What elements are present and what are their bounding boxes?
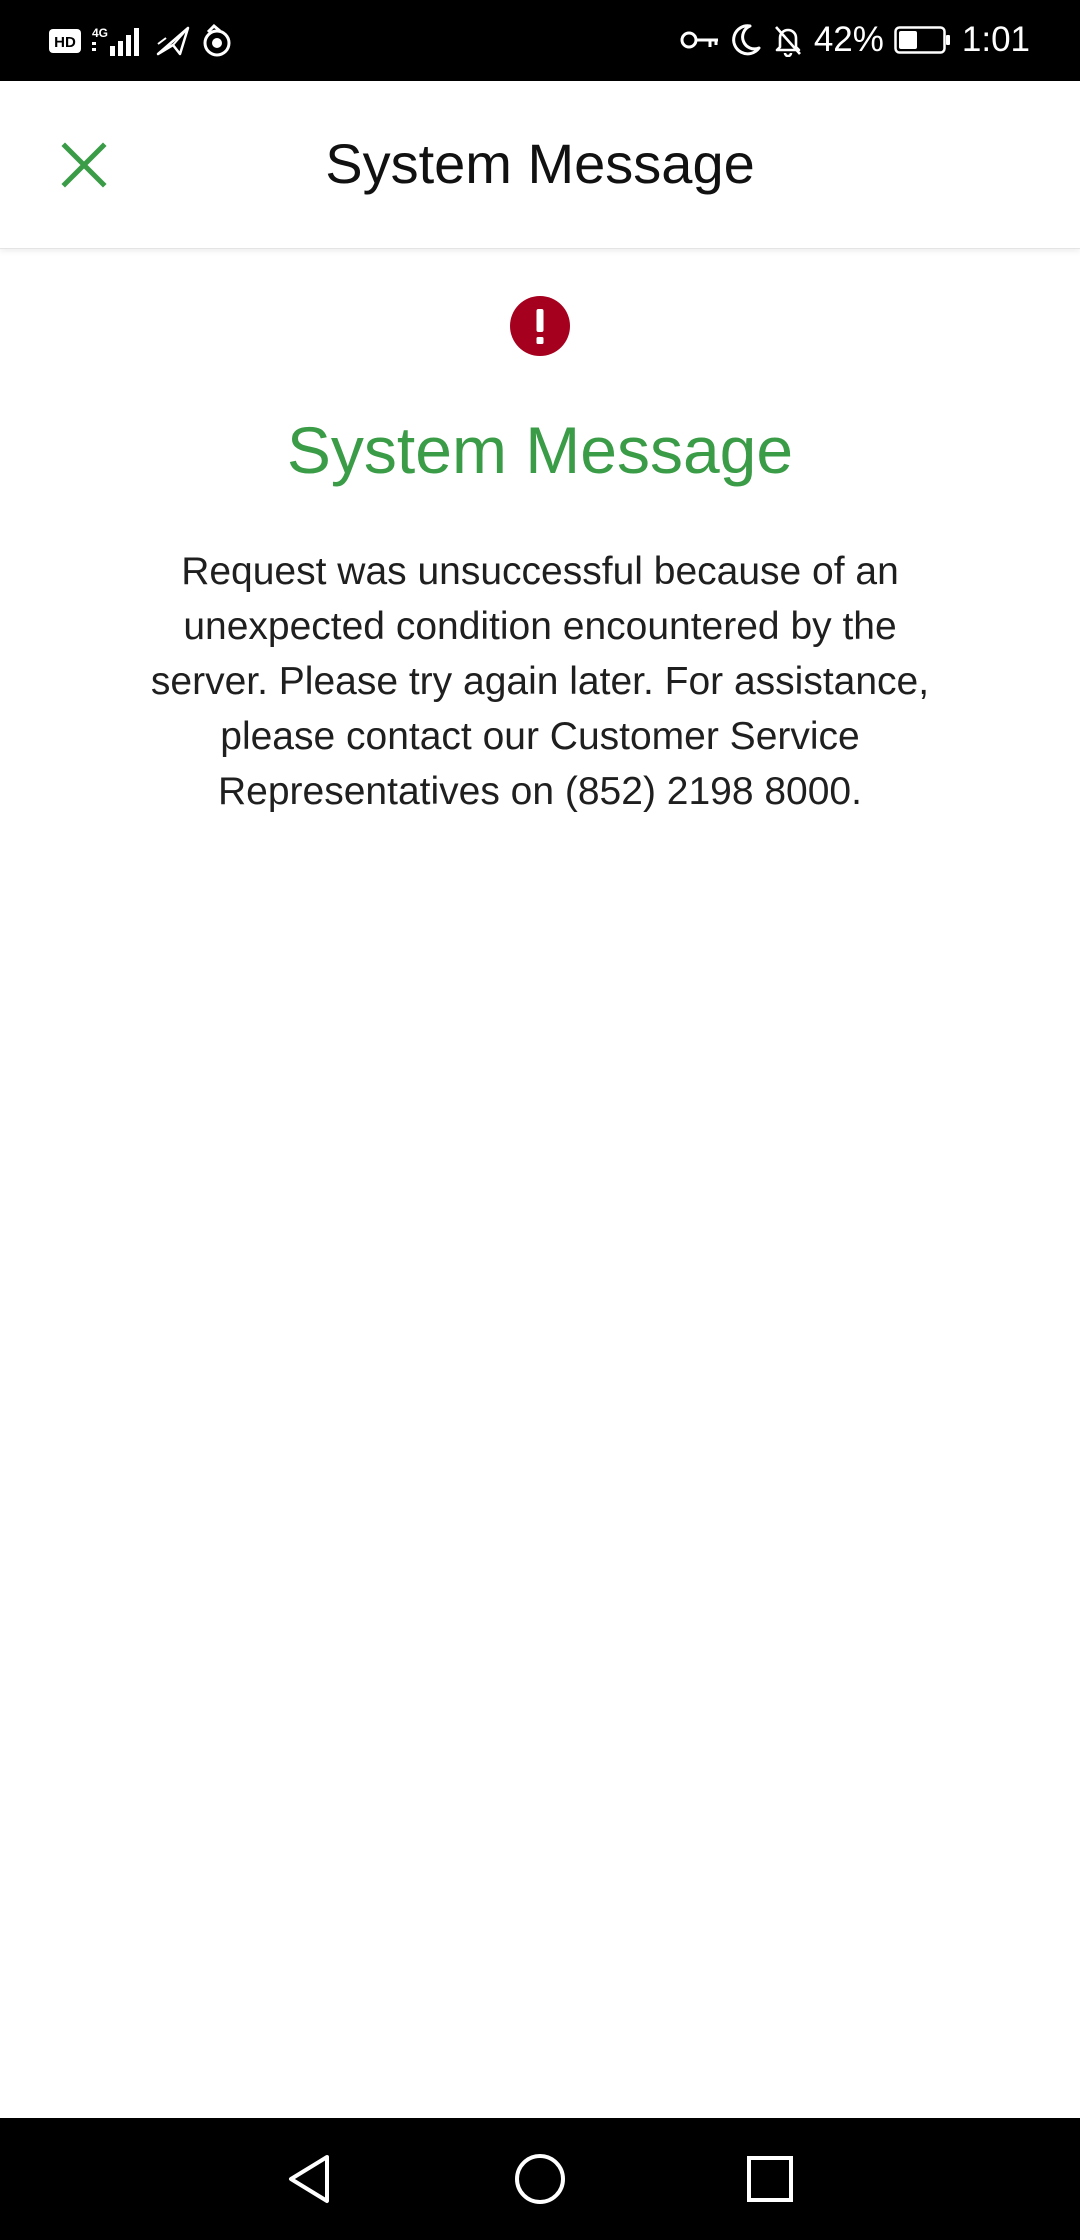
- 4g-signal-icon: 4G: [90, 24, 146, 58]
- message-body: Request was unsuccessful because of an u…: [150, 550, 930, 813]
- do-not-disturb-moon-icon: [730, 23, 762, 57]
- app-header: System Message: [0, 81, 1080, 249]
- home-icon: [515, 2154, 565, 2204]
- recents-button[interactable]: [735, 2144, 805, 2214]
- status-right: 42% 1:01: [680, 18, 1030, 62]
- muted-bell-icon: [772, 23, 804, 57]
- recents-icon: [747, 2156, 793, 2202]
- battery-percent: 42%: [813, 20, 884, 59]
- vpn-key-icon: [680, 28, 720, 52]
- alert-icon: [510, 296, 570, 356]
- page-title: System Message: [325, 132, 755, 195]
- back-button[interactable]: [274, 2144, 344, 2214]
- screen: HD 4G 42% 1:01 System Message System Mes…: [0, 0, 1080, 2240]
- hd-label: HD: [54, 34, 76, 51]
- app-notification-icon: [200, 24, 234, 58]
- network-label: 4G: [92, 26, 108, 40]
- home-button[interactable]: [505, 2144, 575, 2214]
- close-button[interactable]: [50, 131, 118, 199]
- status-left: HD 4G: [48, 20, 234, 62]
- status-bar: HD 4G 42% 1:01: [0, 0, 1080, 81]
- battery-icon: [894, 25, 952, 55]
- clock: 1:01: [961, 20, 1030, 59]
- navigation-bar: [0, 2118, 1080, 2240]
- hd-icon: HD: [48, 27, 82, 55]
- battery-fill: [898, 31, 917, 49]
- message-title: System Message: [286, 413, 794, 487]
- airplane-notification-icon: [154, 24, 192, 58]
- back-icon: [289, 2155, 329, 2203]
- close-icon: [61, 142, 107, 188]
